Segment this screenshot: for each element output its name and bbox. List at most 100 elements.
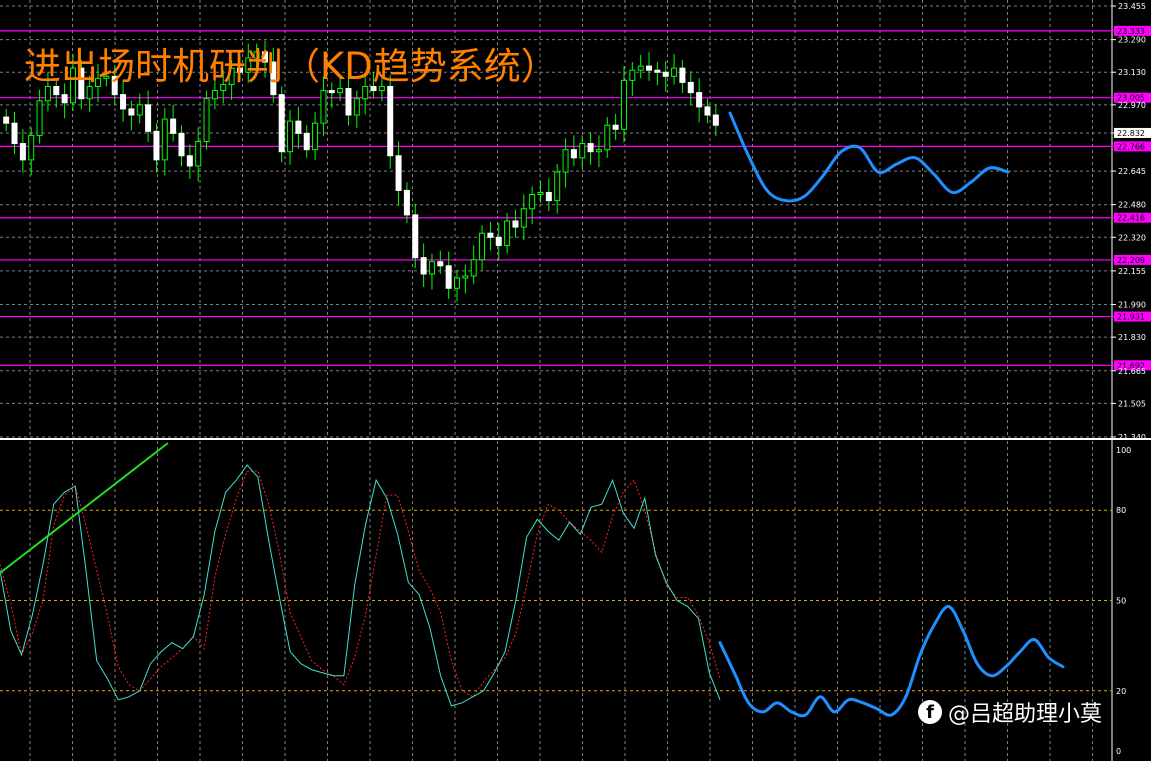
y-tick-label: 22.320 xyxy=(1118,233,1146,242)
candle-body xyxy=(395,155,402,191)
candle-body xyxy=(671,67,678,77)
y-tick-label: 22.155 xyxy=(1118,267,1146,276)
forecast-line xyxy=(728,111,1010,203)
y-tick-label: 21.505 xyxy=(1118,399,1146,408)
osc-tick-label: 80 xyxy=(1116,506,1126,515)
candle-body xyxy=(345,88,352,116)
candle-body xyxy=(3,116,10,124)
d-line xyxy=(0,470,721,698)
candle-body xyxy=(595,149,602,153)
candle-body xyxy=(604,124,611,151)
candle-body xyxy=(161,118,168,161)
price-forecast xyxy=(728,111,1010,203)
candle-body xyxy=(487,232,494,238)
candle-body xyxy=(637,65,644,71)
level-label: 22.209 xyxy=(1117,256,1145,265)
y-tick-label: 21.665 xyxy=(1118,367,1146,376)
candle-body xyxy=(520,208,527,228)
candle-body xyxy=(454,277,461,289)
candle-body xyxy=(36,100,43,136)
candle-body xyxy=(562,149,569,173)
candle-body xyxy=(587,143,594,153)
candle-body xyxy=(28,134,35,161)
candle-body xyxy=(11,122,18,145)
candle-body xyxy=(303,132,310,151)
candle-body xyxy=(153,130,160,161)
candle-body xyxy=(136,104,143,116)
candle-body xyxy=(170,118,177,134)
candle-body xyxy=(211,90,218,100)
k-line xyxy=(0,464,721,707)
osc-tick-label: 50 xyxy=(1116,597,1126,606)
candle-body xyxy=(495,236,502,246)
y-tick-label: 23.130 xyxy=(1118,68,1146,77)
candle-body xyxy=(512,220,519,228)
candle-body xyxy=(612,124,619,130)
candle-body xyxy=(504,220,511,246)
candle-body xyxy=(278,94,285,153)
grid xyxy=(0,0,1151,761)
candle-body xyxy=(646,65,653,71)
candle-body xyxy=(445,265,452,289)
candle-body xyxy=(328,90,335,94)
candle-body xyxy=(545,191,552,202)
candle-body xyxy=(403,189,410,216)
candle-body xyxy=(128,108,135,116)
candle-body xyxy=(620,79,627,130)
candle-body xyxy=(387,85,394,157)
level-label: 22.416 xyxy=(1117,214,1145,223)
level-label: 23.333 xyxy=(1117,27,1145,36)
candle-body xyxy=(420,257,427,275)
y-tick-label: 22.480 xyxy=(1118,201,1146,210)
candle-body xyxy=(437,261,444,267)
candle-body xyxy=(662,71,669,77)
candle-body xyxy=(570,149,577,159)
axes: 23.455 23.290 23.130 22.970 22.832 22.645 22.4… xyxy=(1112,2,1151,756)
osc-tick-label: 100 xyxy=(1116,446,1131,455)
y-tick-label: 23.455 xyxy=(1118,2,1146,11)
candle-body xyxy=(412,214,419,259)
kd-oscillator xyxy=(0,442,1112,718)
osc-tick-label: 0 xyxy=(1116,747,1121,756)
price-chart: 23.33323.00522.76622.41622.20921.93121.6… xyxy=(0,0,1151,761)
candle-body xyxy=(462,275,469,279)
candle-body xyxy=(537,191,544,195)
y-tick-label: 21.830 xyxy=(1118,333,1146,342)
level-label: 21.931 xyxy=(1117,313,1145,322)
candle-body xyxy=(428,261,435,275)
candle-body xyxy=(312,122,319,151)
candle-body xyxy=(120,94,127,110)
candle-body xyxy=(295,120,302,134)
facebook-icon: f xyxy=(918,700,942,724)
candle-body xyxy=(287,120,294,153)
y-tick-label: 22.645 xyxy=(1118,167,1146,176)
candle-body xyxy=(178,132,185,157)
candle-body xyxy=(19,143,26,161)
candle-body xyxy=(61,94,68,104)
osc-tick-label: 20 xyxy=(1116,687,1126,696)
candle-body xyxy=(320,90,327,124)
candle-body xyxy=(629,69,636,81)
candle-body xyxy=(712,114,719,126)
candle-body xyxy=(654,69,661,73)
candle-body xyxy=(579,143,586,159)
candle-body xyxy=(479,232,486,261)
candle-body xyxy=(679,67,686,83)
watermark: f @吕超助理小莫 xyxy=(918,696,1102,728)
candle-body xyxy=(470,259,477,277)
candle-body xyxy=(529,193,536,210)
candle-body xyxy=(203,98,210,143)
watermark-text: @吕超助理小莫 xyxy=(948,702,1103,727)
current-price-label: 22.832 xyxy=(1117,129,1145,138)
candle-body xyxy=(704,106,711,116)
level-label: 22.766 xyxy=(1117,142,1145,151)
y-tick-label: 21.990 xyxy=(1118,301,1146,310)
candle-body xyxy=(145,104,152,132)
candle-body xyxy=(186,155,193,167)
y-tick-label: 23.290 xyxy=(1118,36,1146,45)
candle-body xyxy=(195,141,202,167)
candle-body xyxy=(687,81,694,94)
candle-body xyxy=(696,92,703,108)
chart-title: 进出场时机研判（KD趋势系统） xyxy=(24,45,558,88)
y-tick-label: 22.970 xyxy=(1118,101,1146,110)
